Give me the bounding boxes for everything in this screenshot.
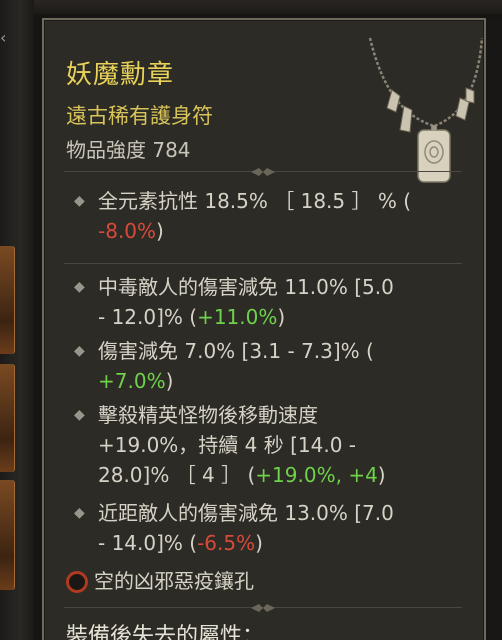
affix-text: 近距敵人的傷害減免 13.0% [7.0 <box>98 501 394 525</box>
inventory-slot[interactable] <box>0 480 15 590</box>
affix-text: 全元素抗性 18.5% ［ 18.5 ］ % ( <box>98 189 412 213</box>
item-type: 遠古稀有護身符 <box>66 104 213 128</box>
diamond-bullet-icon: ◆ <box>74 407 85 423</box>
item-power: 物品強度 784 <box>66 138 191 162</box>
affix-delta-negative: -6.5% <box>197 531 256 555</box>
affix-text: 中毒敵人的傷害減免 11.0% [5.0 <box>98 275 394 299</box>
affix-text: 傷害減免 7.0% [3.1 - 7.3]% ( <box>98 339 374 363</box>
inventory-slot[interactable] <box>0 246 15 354</box>
item-tooltip: 妖魔勳章 遠古稀有護身符 物品強度 784 ◆ 全元素抗性 18.5% ［ 18… <box>42 18 502 640</box>
affix-text: - 12.0]% ( <box>98 305 198 329</box>
socket-row: 空的凶邪惡疫鑲孔 <box>66 566 254 596</box>
section-divider <box>64 602 462 614</box>
chevron-left-icon[interactable]: ‹ <box>0 28 12 48</box>
inventory-strip: ‹ <box>0 0 34 640</box>
affix-delta-positive: +19.0% <box>255 463 336 487</box>
affix-text: ) <box>156 219 164 243</box>
diamond-bullet-icon: ◆ <box>74 193 85 209</box>
item-name: 妖魔勳章 <box>66 60 175 90</box>
affix-text: ) <box>277 305 286 329</box>
lost-attributes-title: 裝備後失去的屬性： <box>66 624 265 640</box>
affix-separator: , <box>335 463 349 487</box>
affix-text: +19.0%，持續 4 秒 [14.0 - <box>98 433 356 457</box>
affix-text: - 14.0]% ( <box>98 531 198 555</box>
affix-text: 28.0]% ［ 4 ］ ( <box>98 463 256 487</box>
affix-text: 擊殺精英怪物後移動速度 <box>98 403 318 427</box>
top-frame <box>34 0 502 14</box>
affix-delta-positive: +7.0% <box>98 369 166 393</box>
section-divider <box>64 166 462 178</box>
affix-dr: ◆ 傷害減免 7.0% [3.1 - 7.3]% ( +7.0%) <box>74 336 469 396</box>
diamond-bullet-icon: ◆ <box>74 279 85 295</box>
inventory-slot[interactable] <box>0 364 15 472</box>
affix-text: ) <box>165 369 174 393</box>
empty-socket-icon <box>66 571 88 593</box>
affix-close-dr: ◆ 近距敵人的傷害減免 13.0% [7.0 - 14.0]% (-6.5%) <box>74 498 469 558</box>
diamond-bullet-icon: ◆ <box>74 505 85 521</box>
game-screen: ‹ 妖魔勳章 遠古稀有護身符 物品強度 784 ◆ 全元素抗性 18.5% ［ … <box>0 0 502 640</box>
affix-elite-speed: ◆ 擊殺精英怪物後移動速度 +19.0%，持續 4 秒 [14.0 - 28.0… <box>74 400 469 490</box>
affix-delta-negative: -8.0% <box>98 219 157 243</box>
affix-delta-positive: +4 <box>348 463 378 487</box>
diamond-bullet-icon: ◆ <box>74 343 85 359</box>
affix-poison-dr: ◆ 中毒敵人的傷害減免 11.0% [5.0 - 12.0]% (+11.0%) <box>74 272 469 332</box>
affix-all-resist: ◆ 全元素抗性 18.5% ［ 18.5 ］ % ( -8.0%) <box>74 186 469 246</box>
affix-delta-positive: +11.0% <box>197 305 278 329</box>
affix-text: ) <box>255 531 263 555</box>
affix-text: ) <box>377 463 386 487</box>
section-divider <box>64 258 462 270</box>
socket-label: 空的凶邪惡疫鑲孔 <box>94 569 254 593</box>
